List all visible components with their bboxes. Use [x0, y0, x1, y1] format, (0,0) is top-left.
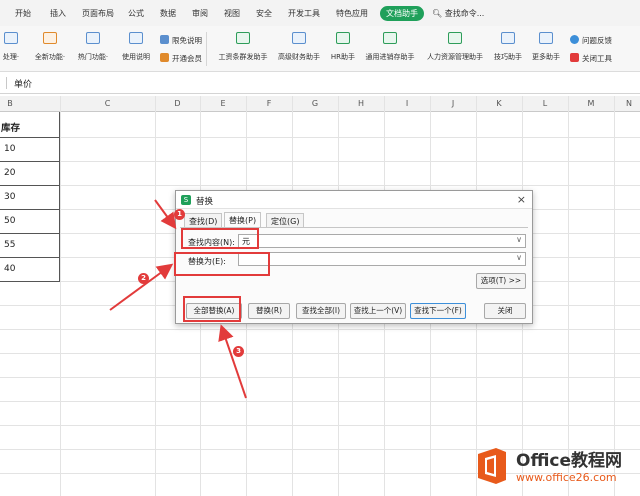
annotation-number-1: 1 — [174, 209, 185, 220]
office-logo-icon — [478, 448, 506, 484]
annotation-number-3: 3 — [233, 346, 244, 357]
watermark: Office教程网 www.office26.com — [474, 444, 636, 492]
annotation-arrow-3 — [218, 324, 247, 399]
annotation-arrows — [109, 199, 247, 399]
annotation-arrow-1 — [154, 199, 177, 230]
watermark-title: Office教程网 — [516, 451, 623, 471]
annotation-number-2: 2 — [138, 273, 149, 284]
watermark-url: www.office26.com — [516, 471, 617, 484]
annotation-arrow-2 — [109, 263, 174, 311]
